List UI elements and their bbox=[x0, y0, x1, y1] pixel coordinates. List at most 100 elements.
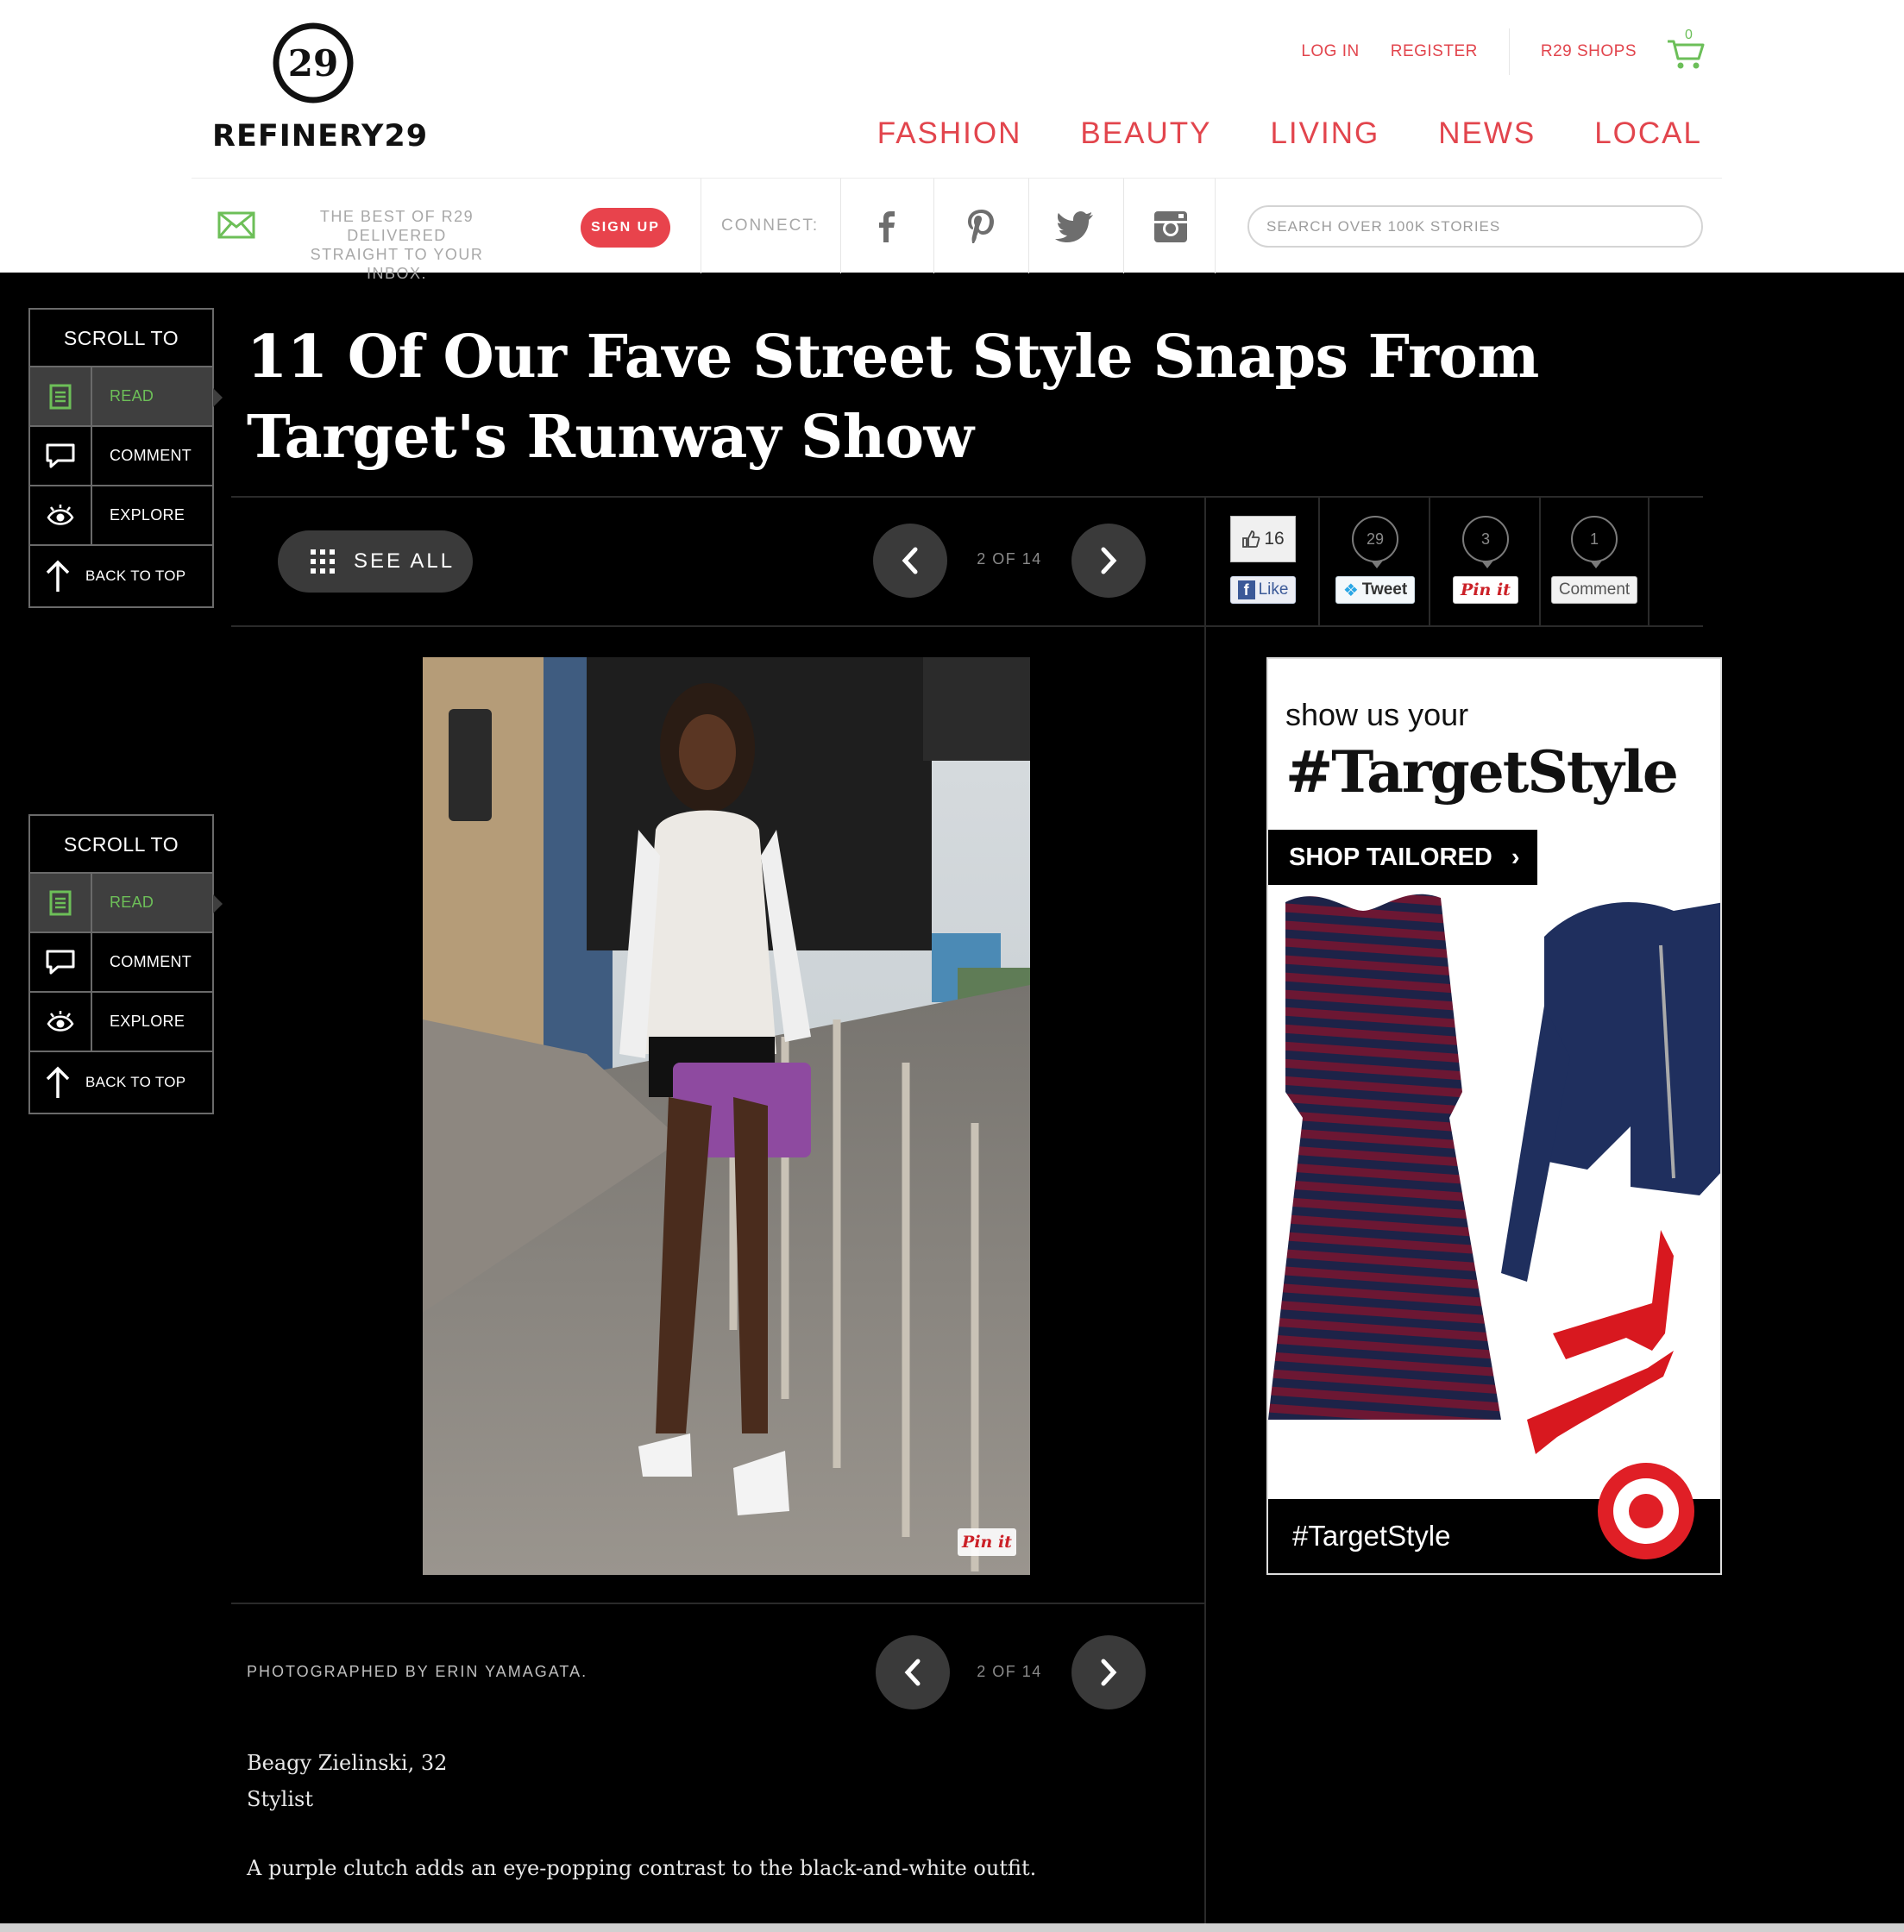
chevron-right-icon bbox=[1101, 1659, 1117, 1686]
r29-logo-mark: 29 bbox=[273, 22, 354, 104]
nav-beauty[interactable]: BEAUTY bbox=[1080, 116, 1211, 151]
scroll-to-explore[interactable]: EXPLORE bbox=[30, 486, 212, 546]
nav-local[interactable]: LOCAL bbox=[1594, 116, 1702, 151]
newsletter-text: THE BEST OF R29 DELIVERED STRAIGHT TO YO… bbox=[285, 207, 509, 283]
chevron-left-icon bbox=[902, 547, 918, 574]
nav-news[interactable]: NEWS bbox=[1438, 116, 1536, 151]
prev-slide-button[interactable] bbox=[873, 524, 947, 598]
logo-wordmark: REFINERY29 bbox=[212, 119, 429, 154]
arrow-up-icon bbox=[46, 1066, 70, 1098]
divider bbox=[231, 625, 1703, 627]
utility-nav: LOG IN REGISTER R29 SHOPS 0 bbox=[1270, 28, 1706, 75]
pinterest-icon[interactable] bbox=[959, 204, 1002, 248]
divider bbox=[933, 179, 934, 273]
target-logo-icon bbox=[1598, 1463, 1694, 1559]
main-nav: FASHION BEAUTY LIVING NEWS LOCAL bbox=[819, 116, 1702, 151]
comment-count: 1 bbox=[1571, 516, 1618, 568]
scroll-to-comment-label: COMMENT bbox=[110, 447, 192, 464]
target-ad[interactable]: show us your #TargetStyle SHOP TAILORED … bbox=[1266, 657, 1722, 1575]
prev-slide-button[interactable] bbox=[876, 1635, 950, 1709]
scroll-to-explore-label: EXPLORE bbox=[110, 1013, 185, 1030]
sub-header-bar: THE BEST OF R29 DELIVERED STRAIGHT TO YO… bbox=[192, 178, 1722, 282]
comment-icon bbox=[46, 443, 75, 467]
scroll-to-read[interactable]: READ bbox=[30, 367, 223, 427]
eye-icon bbox=[47, 1010, 74, 1032]
eye-icon bbox=[47, 504, 74, 525]
signup-button[interactable]: SIGN UP bbox=[581, 208, 670, 248]
chevron-left-icon bbox=[904, 1659, 921, 1686]
login-link[interactable]: LOG IN bbox=[1301, 42, 1359, 61]
cart-count: 0 bbox=[1685, 28, 1693, 42]
tweet-button[interactable]: ❖ Tweet bbox=[1335, 576, 1416, 604]
search-input[interactable] bbox=[1247, 205, 1703, 248]
scroll-to-back-to-top[interactable]: BACK TO TOP bbox=[30, 546, 212, 605]
facebook-like-button[interactable]: f Like bbox=[1229, 576, 1297, 604]
next-slide-button[interactable] bbox=[1071, 1635, 1146, 1709]
pin-it-button[interactable]: Pin it bbox=[1453, 576, 1518, 604]
twitter-share: 29 ❖ Tweet bbox=[1320, 499, 1430, 611]
ad-product-illustration bbox=[1268, 894, 1720, 1454]
scroll-to-explore[interactable]: EXPLORE bbox=[30, 993, 212, 1052]
photo-illustration bbox=[423, 657, 1030, 1575]
newsletter-line-1: THE BEST OF R29 DELIVERED bbox=[319, 208, 474, 244]
facebook-icon[interactable] bbox=[864, 204, 908, 248]
photo-pin-it-button[interactable]: Pin it bbox=[958, 1528, 1016, 1556]
connect-label: CONNECT: bbox=[721, 216, 820, 235]
facebook-icon: f bbox=[1237, 580, 1255, 599]
thumbs-up-icon bbox=[1242, 530, 1260, 548]
scroll-to-panel: SCROLL TO READ COMMENT EXPLORE BACK TO T… bbox=[28, 814, 223, 1114]
site-logo[interactable]: 29 REFINERY29 bbox=[212, 22, 429, 156]
nav-fashion[interactable]: FASHION bbox=[877, 116, 1022, 151]
divider bbox=[1123, 179, 1124, 273]
chevron-right-icon: › bbox=[1511, 844, 1520, 871]
pinterest-share: 3 Pin it bbox=[1430, 499, 1541, 611]
tweet-label: Tweet bbox=[1361, 580, 1408, 599]
pinterest-count: 3 bbox=[1462, 516, 1509, 568]
register-link[interactable]: REGISTER bbox=[1391, 42, 1478, 61]
street-style-photo: Pin it bbox=[423, 657, 1030, 1575]
next-slide-button[interactable] bbox=[1071, 524, 1146, 598]
instagram-icon[interactable] bbox=[1149, 204, 1192, 248]
cart-icon[interactable]: 0 bbox=[1666, 28, 1706, 71]
twitter-bird-icon: ❖ bbox=[1342, 580, 1359, 600]
column-divider bbox=[1204, 497, 1206, 1923]
scroll-to-back-to-top[interactable]: BACK TO TOP bbox=[30, 1052, 212, 1112]
ad-headline: show us your bbox=[1285, 697, 1469, 732]
newsletter-line-2: STRAIGHT TO YOUR INBOX. bbox=[310, 246, 484, 282]
scroll-to-back-label: BACK TO TOP bbox=[85, 1073, 186, 1090]
ad-footer: #TargetStyle bbox=[1268, 1463, 1720, 1573]
caption-text: A purple clutch adds an eye-popping cont… bbox=[247, 1856, 1037, 1880]
chevron-right-icon bbox=[1101, 547, 1117, 574]
shop-tailored-label: SHOP TAILORED bbox=[1289, 844, 1492, 871]
scroll-to-comment[interactable]: COMMENT bbox=[30, 427, 212, 486]
slide-counter: 2 OF 14 bbox=[977, 550, 1042, 568]
page-bottom-edge bbox=[0, 1923, 1904, 1932]
divider bbox=[840, 179, 841, 273]
scroll-to-read-label: READ bbox=[110, 387, 154, 405]
site-header: 29 REFINERY29 LOG IN REGISTER R29 SHOPS … bbox=[0, 0, 1904, 282]
caption-role: Stylist bbox=[247, 1787, 313, 1811]
logo-mark-text: 29 bbox=[288, 42, 338, 85]
comment-button[interactable]: Comment bbox=[1550, 576, 1638, 604]
facebook-like-label: Like bbox=[1258, 580, 1289, 599]
shops-link[interactable]: R29 SHOPS bbox=[1541, 42, 1637, 61]
twitter-icon[interactable] bbox=[1054, 204, 1097, 248]
utility-divider bbox=[1508, 28, 1510, 75]
ad-footer-hashtag: #TargetStyle bbox=[1292, 1520, 1451, 1552]
slide-counter: 2 OF 14 bbox=[977, 1663, 1042, 1680]
article-title: 11 Of Our Fave Street Style Snaps From T… bbox=[247, 323, 1539, 472]
divider bbox=[1215, 179, 1216, 273]
twitter-count: 29 bbox=[1352, 516, 1398, 568]
comment-share: 1 Comment bbox=[1539, 499, 1650, 611]
scroll-to-comment-label: COMMENT bbox=[110, 953, 192, 970]
grid-icon bbox=[311, 549, 335, 574]
see-all-button[interactable]: SEE ALL bbox=[278, 530, 473, 593]
shop-tailored-button[interactable]: SHOP TAILORED › bbox=[1268, 830, 1537, 885]
arrow-up-icon bbox=[46, 560, 70, 592]
photo-credit: PHOTOGRAPHED BY ERIN YAMAGATA. bbox=[247, 1663, 588, 1680]
scroll-to-read[interactable]: READ bbox=[30, 874, 223, 933]
scroll-to-comment[interactable]: COMMENT bbox=[30, 933, 212, 993]
divider bbox=[231, 496, 1703, 498]
nav-living[interactable]: LIVING bbox=[1270, 116, 1379, 151]
facebook-count-box: 16 bbox=[1230, 516, 1296, 562]
